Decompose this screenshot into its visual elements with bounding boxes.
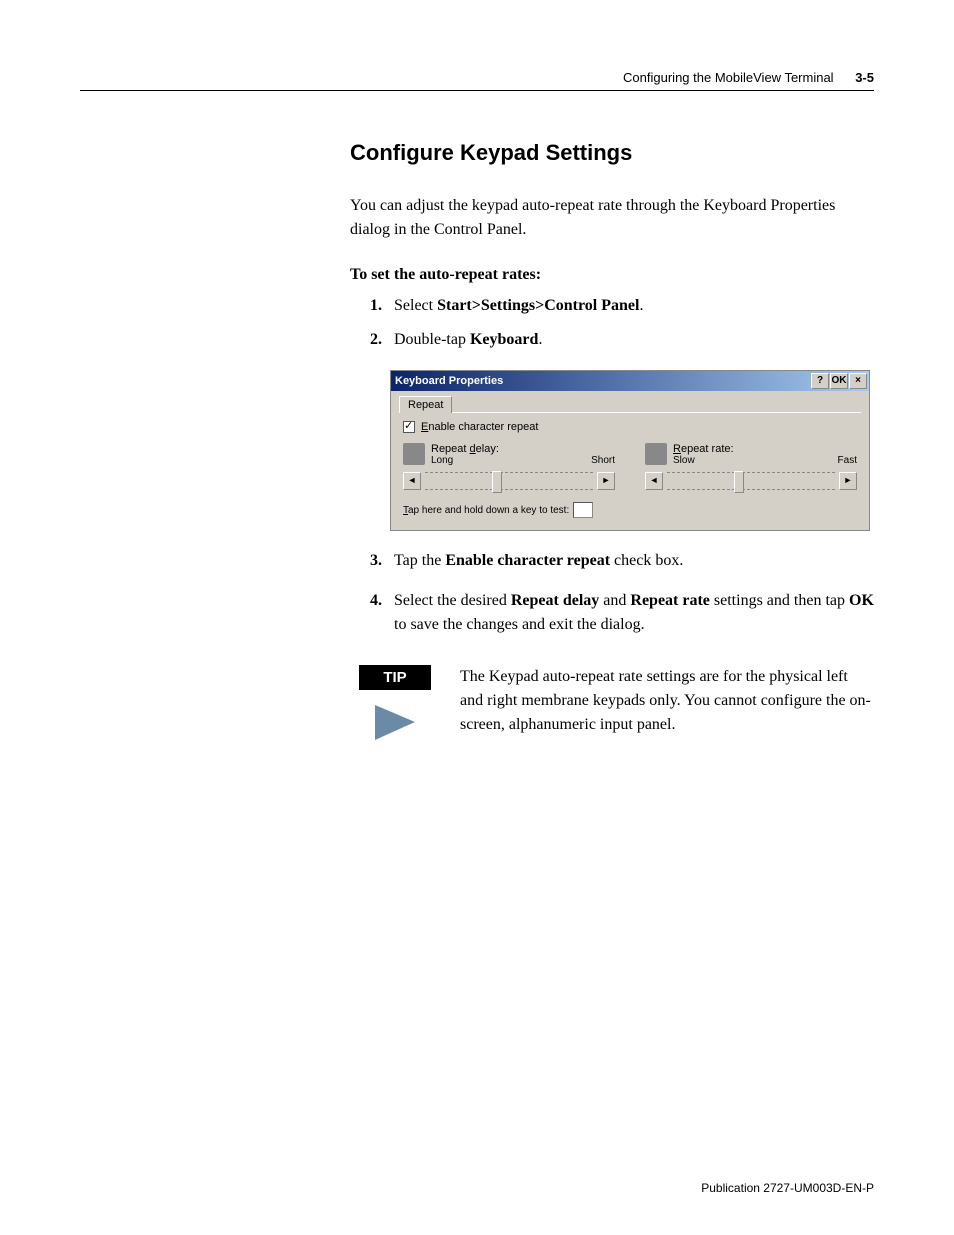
enable-repeat-row: Enable character repeat bbox=[403, 421, 857, 433]
step-number: 1. bbox=[370, 294, 394, 318]
step-text-bold: Repeat delay bbox=[511, 592, 599, 609]
aa-icon bbox=[645, 443, 667, 465]
step-text-part: Select bbox=[394, 297, 437, 314]
repeat-tab[interactable]: Repeat bbox=[399, 396, 452, 413]
step-3: 3. Tap the Enable character repeat check… bbox=[370, 549, 874, 573]
step-text-part: . bbox=[639, 297, 643, 314]
step-text-part: to save the changes and exit the dialog. bbox=[394, 616, 645, 633]
step-text: Double-tap Keyboard. bbox=[394, 328, 874, 352]
dialog-titlebar: Keyboard Properties ? OK × bbox=[391, 371, 869, 391]
repeat-rate-label: Repeat rate: bbox=[673, 443, 857, 455]
repeat-rate-group: Repeat rate: Slow Fast ◄ ► bbox=[645, 443, 857, 490]
test-input[interactable] bbox=[573, 502, 593, 518]
header-page-number: 3-5 bbox=[855, 70, 874, 85]
step-text-part: check box. bbox=[610, 552, 683, 569]
rate-slow-label: Slow bbox=[673, 455, 695, 466]
enable-repeat-checkbox[interactable] bbox=[403, 421, 415, 433]
step-text-part: settings and then tap bbox=[710, 592, 849, 609]
step-text-bold: Enable character repeat bbox=[445, 552, 610, 569]
header-rule bbox=[80, 90, 874, 91]
step-number: 4. bbox=[370, 589, 394, 637]
delay-decrease-button[interactable]: ◄ bbox=[403, 472, 421, 490]
ok-button[interactable]: OK bbox=[830, 373, 848, 389]
header-chapter: Configuring the MobileView Terminal bbox=[623, 70, 834, 85]
repeat-delay-label: Repeat delay: bbox=[431, 443, 615, 455]
intro-paragraph: You can adjust the keypad auto-repeat ra… bbox=[350, 194, 874, 242]
tip-arrow-icon bbox=[370, 700, 420, 745]
step-4: 4. Select the desired Repeat delay and R… bbox=[370, 589, 874, 637]
step-text-bold: Start>Settings>Control Panel bbox=[437, 297, 639, 314]
step-text: Tap the Enable character repeat check bo… bbox=[394, 549, 874, 573]
delay-increase-button[interactable]: ► bbox=[597, 472, 615, 490]
dialog-title: Keyboard Properties bbox=[395, 375, 810, 387]
rate-track[interactable] bbox=[667, 472, 835, 490]
keyboard-properties-dialog: Keyboard Properties ? OK × Repeat Enable… bbox=[390, 370, 870, 531]
step-number: 2. bbox=[370, 328, 394, 352]
help-button[interactable]: ? bbox=[811, 373, 829, 389]
delay-long-label: Long bbox=[431, 455, 453, 466]
tip-text: The Keypad auto-repeat rate settings are… bbox=[460, 665, 874, 745]
test-label: Tap here and hold down a key to test: bbox=[403, 505, 569, 516]
tip-badge: TIP bbox=[359, 665, 430, 690]
step-text-part: . bbox=[538, 331, 542, 348]
step-text: Select the desired Repeat delay and Repe… bbox=[394, 589, 874, 637]
step-text: Select Start>Settings>Control Panel. bbox=[394, 294, 874, 318]
tip-block: TIP The Keypad auto-repeat rate settings… bbox=[350, 665, 874, 745]
rate-decrease-button[interactable]: ◄ bbox=[645, 472, 663, 490]
step-text-part: Double-tap bbox=[394, 331, 470, 348]
step-text-part: and bbox=[599, 592, 630, 609]
close-button[interactable]: × bbox=[849, 373, 867, 389]
repeat-rate-slider[interactable]: ◄ ► bbox=[645, 472, 857, 490]
page-header: Configuring the MobileView Terminal 3-5 bbox=[623, 70, 874, 85]
publication-footer: Publication 2727-UM003D-EN-P bbox=[701, 1181, 874, 1195]
procedure-label: To set the auto-repeat rates: bbox=[350, 266, 874, 284]
repeat-delay-group: Repeat delay: Long Short ◄ bbox=[403, 443, 615, 490]
step-text-bold: OK bbox=[849, 592, 874, 609]
rate-increase-button[interactable]: ► bbox=[839, 472, 857, 490]
section-title: Configure Keypad Settings bbox=[350, 140, 874, 166]
rate-fast-label: Fast bbox=[838, 455, 857, 466]
step-2: 2. Double-tap Keyboard. bbox=[370, 328, 874, 352]
step-text-part: Tap the bbox=[394, 552, 445, 569]
delay-short-label: Short bbox=[591, 455, 615, 466]
delay-track[interactable] bbox=[425, 472, 593, 490]
enable-repeat-label: Enable character repeat bbox=[421, 421, 538, 433]
step-text-bold: Repeat rate bbox=[630, 592, 710, 609]
clock-keyboard-icon bbox=[403, 443, 425, 465]
step-1: 1. Select Start>Settings>Control Panel. bbox=[370, 294, 874, 318]
step-number: 3. bbox=[370, 549, 394, 573]
repeat-delay-slider[interactable]: ◄ ► bbox=[403, 472, 615, 490]
step-text-part: Select the desired bbox=[394, 592, 511, 609]
step-text-bold: Keyboard bbox=[470, 331, 538, 348]
